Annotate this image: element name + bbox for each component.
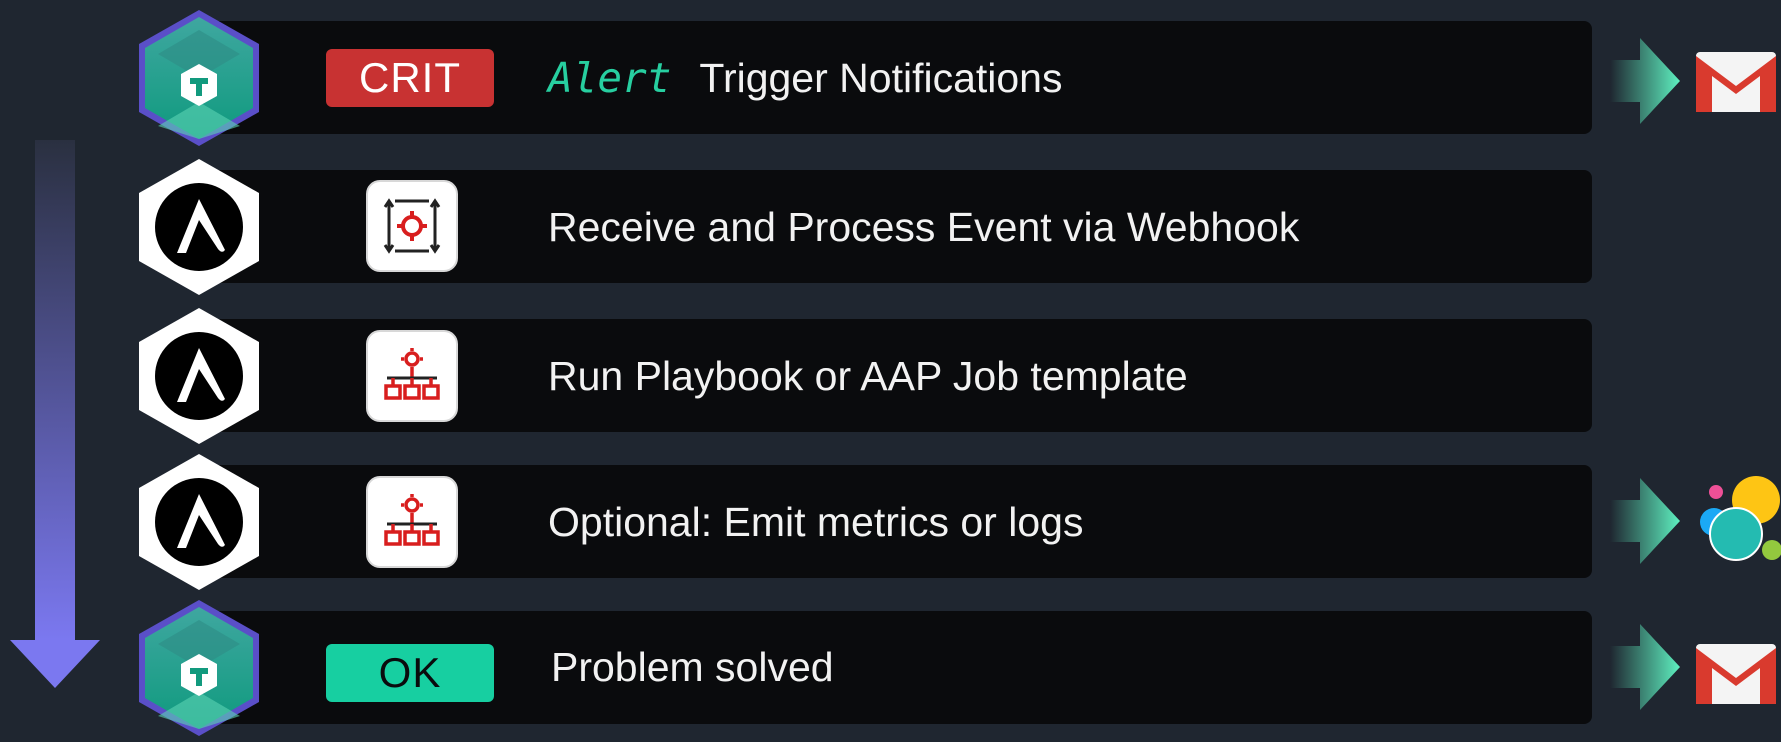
- checkmk-icon: [139, 600, 259, 736]
- output-arrow-icon: [1610, 38, 1680, 124]
- ansible-icon: [139, 454, 259, 590]
- output-arrow-icon: [1610, 478, 1680, 564]
- status-badge-ok: OK: [326, 644, 494, 702]
- event-driven-icon: [366, 180, 458, 272]
- elastic-icon: [1700, 476, 1781, 561]
- step-text-3: Run Playbook or AAP Job template: [548, 353, 1188, 399]
- flow-down-arrow: [10, 140, 100, 688]
- job-template-icon: [366, 330, 458, 422]
- step-text-5: Problem solved: [551, 644, 834, 690]
- gmail-icon: [1696, 52, 1776, 112]
- step-label: Trigger Notifications: [699, 55, 1063, 101]
- job-template-icon: [366, 476, 458, 568]
- checkmk-icon: [139, 10, 259, 146]
- output-arrow-icon: [1610, 624, 1680, 710]
- status-badge-crit: CRIT: [326, 49, 494, 107]
- step-text-4: Optional: Emit metrics or logs: [548, 499, 1084, 545]
- ansible-icon: [139, 308, 259, 444]
- step-text-2: Receive and Process Event via Webhook: [548, 204, 1300, 250]
- gmail-icon: [1696, 644, 1776, 704]
- ansible-icon: [139, 159, 259, 295]
- alert-label: Alert: [548, 54, 672, 102]
- step-text-1: Alert Trigger Notifications: [548, 58, 1062, 99]
